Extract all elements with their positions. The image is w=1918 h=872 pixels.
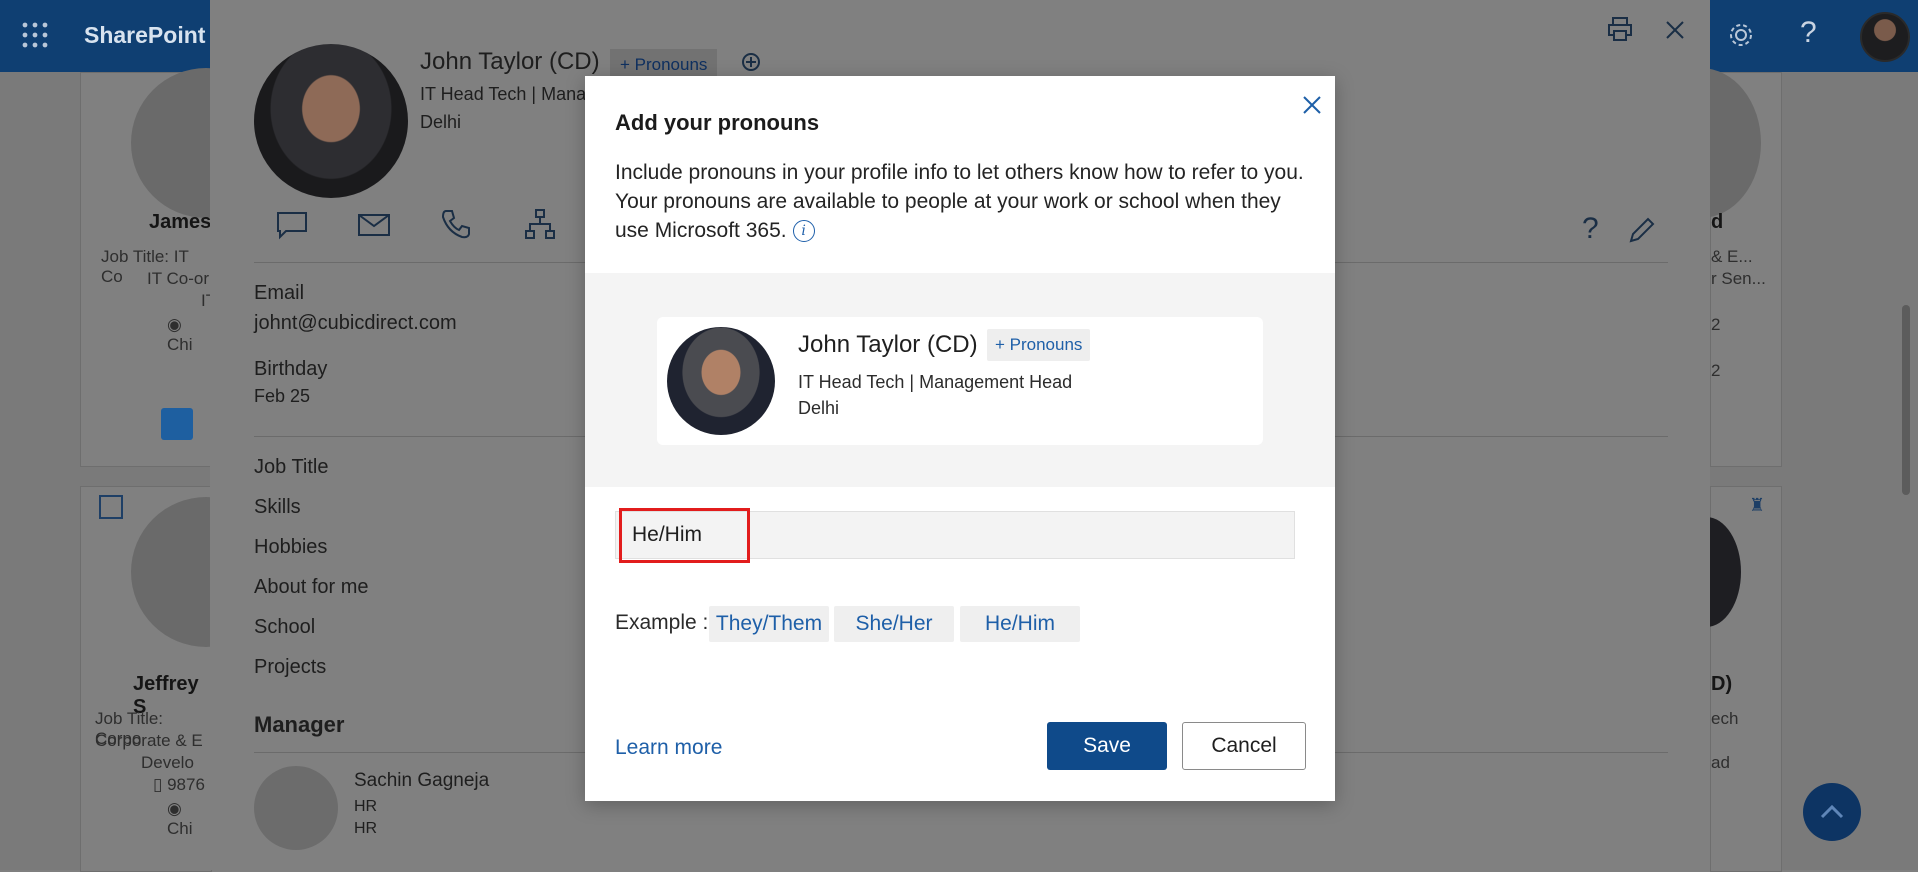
example-they-them-chip[interactable]: They/Them [709, 606, 829, 642]
description-text: Include pronouns in your profile info to… [615, 161, 1304, 242]
gear-icon[interactable] [1726, 20, 1756, 50]
qr-code-icon[interactable] [99, 495, 123, 519]
person-line: ad [1711, 753, 1730, 772]
person-name-fragment: D) [1711, 673, 1733, 695]
chat-icon[interactable] [276, 210, 308, 240]
person-card: d & E... r Sen... 2 2 [1641, 68, 1782, 467]
person-card: James Job Title: IT Co IT Co-or IT ◉ Chi [80, 68, 281, 467]
profile-name: John Taylor (CD) [420, 48, 600, 75]
pronouns-input[interactable] [615, 511, 1295, 559]
profile-preview-area: John Taylor (CD) + Pronouns IT Head Tech… [585, 273, 1335, 487]
birthday-value: Feb 25 [254, 386, 311, 406]
phone-text: 9876 [167, 775, 205, 794]
chevron-up-icon [1820, 804, 1844, 819]
info-icon[interactable]: i [792, 220, 815, 242]
person-name: James [149, 211, 212, 233]
person-name-fragment: d [1711, 211, 1724, 233]
manager-line: HR [354, 820, 378, 837]
field-hobbies: Hobbies [254, 536, 328, 558]
location-line: ◉ Chi [167, 799, 193, 838]
page-scrollbar[interactable] [1902, 305, 1910, 495]
close-panel-icon[interactable] [1665, 20, 1685, 40]
manager-avatar[interactable] [254, 766, 338, 850]
person-line: 2 [1711, 315, 1721, 334]
location-line: ◉ Chi [167, 315, 193, 354]
field-job-title: Job Title [254, 456, 329, 478]
save-button[interactable]: Save [1047, 722, 1167, 770]
person-card: Jeffrey S Job Title: Corpo Corporate & E… [80, 486, 281, 872]
preview-pronouns-chip: + Pronouns [987, 329, 1091, 361]
help-icon[interactable]: ? [1582, 212, 1599, 246]
person-line: IT Co-or [147, 269, 210, 288]
field-about: About for me [254, 576, 369, 598]
preview-name: John Taylor (CD) [798, 331, 978, 358]
print-icon[interactable] [1607, 16, 1633, 42]
app-launcher-icon[interactable] [22, 22, 48, 48]
phone-line: ▯ 9876 [153, 775, 205, 794]
birthday-label: Birthday [254, 358, 328, 380]
preview-details: IT Head Tech | Management Head Delhi [798, 369, 1072, 421]
person-line: r Sen... [1711, 269, 1766, 288]
user-avatar[interactable] [1860, 12, 1910, 62]
person-card: ♜ D) ech ad [1671, 486, 1782, 872]
person-line: 2 [1711, 361, 1721, 380]
preview-location: Delhi [798, 398, 840, 418]
mail-icon[interactable] [358, 214, 390, 236]
manager-name[interactable]: Sachin Gagneja [354, 770, 489, 792]
trophy-icon[interactable]: ♜ [1749, 495, 1765, 516]
profile-location: Delhi [420, 112, 462, 132]
edit-pencil-icon[interactable] [1628, 216, 1656, 244]
person-line: Develo [141, 753, 194, 772]
scroll-to-top-button[interactable] [1803, 783, 1861, 841]
location-text: Chi [167, 335, 193, 354]
email-label: Email [254, 282, 305, 304]
field-projects: Projects [254, 656, 327, 678]
field-school: School [254, 616, 316, 638]
preview-avatar [667, 327, 775, 435]
example-label: Example : [615, 611, 709, 634]
learn-more-link[interactable]: Learn more [615, 736, 722, 760]
example-she-her-chip[interactable]: She/Her [834, 606, 954, 642]
field-skills: Skills [254, 496, 301, 518]
outlook-icon[interactable] [161, 408, 193, 440]
email-value[interactable]: johnt@cubicdirect.com [254, 312, 457, 335]
manager-heading: Manager [254, 712, 345, 737]
profile-preview-card: John Taylor (CD) + Pronouns IT Head Tech… [657, 317, 1263, 445]
cancel-button[interactable]: Cancel [1182, 722, 1306, 770]
person-line: ech [1711, 709, 1739, 728]
person-line: & E... [1711, 247, 1753, 266]
preview-title: IT Head Tech | Management Head [798, 372, 1073, 392]
profile-title: IT Head Tech | Mana [420, 84, 587, 104]
help-icon[interactable]: ? [1800, 16, 1817, 50]
profile-photo [254, 44, 408, 198]
dialog-title: Add your pronouns [615, 110, 820, 135]
manager-line: HR [354, 798, 378, 815]
dialog-description: Include pronouns in your profile info to… [615, 158, 1305, 245]
add-circle-icon[interactable] [741, 52, 761, 72]
add-pronouns-dialog: Add your pronouns Include pronouns in yo… [585, 76, 1335, 801]
org-chart-icon[interactable] [524, 208, 556, 240]
example-he-him-chip[interactable]: He/Him [960, 606, 1080, 642]
close-icon[interactable] [1295, 88, 1329, 122]
brand-name[interactable]: SharePoint [84, 22, 205, 49]
person-line: Corporate & E [95, 731, 203, 750]
location-text: Chi [167, 819, 193, 838]
phone-icon[interactable] [440, 208, 472, 240]
